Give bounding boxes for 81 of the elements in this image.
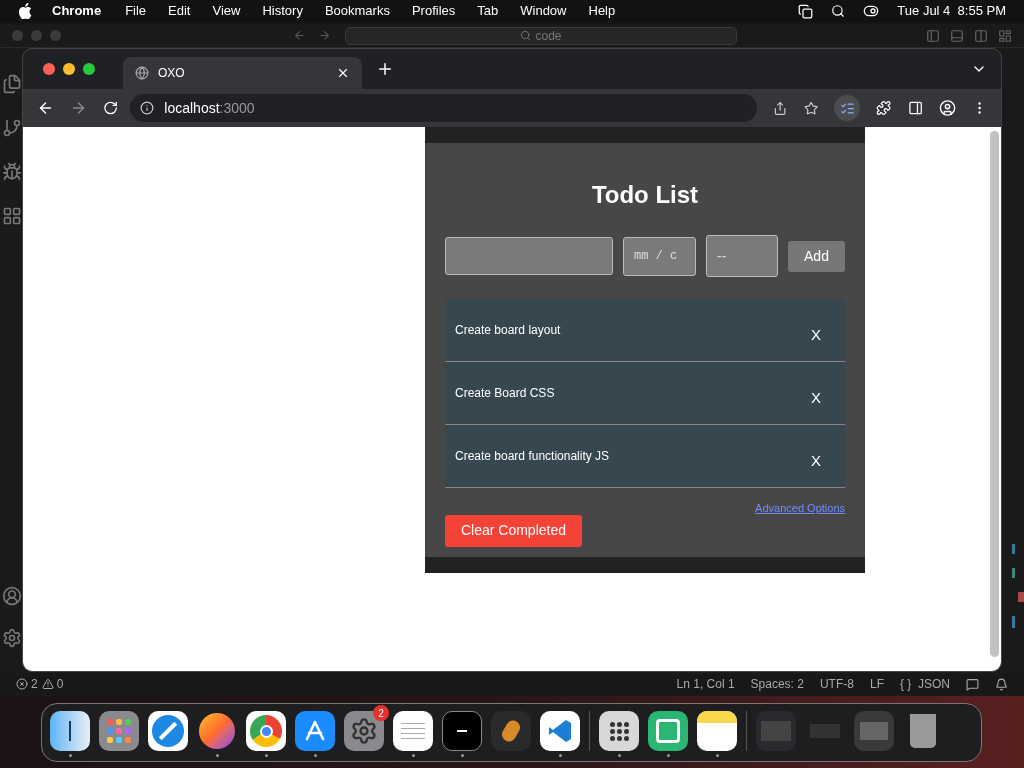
notes-icon[interactable] <box>697 711 737 751</box>
address-bar[interactable]: localhost:3000 <box>130 94 758 122</box>
menu-item[interactable]: History <box>262 1 303 21</box>
screen-mirroring-icon[interactable] <box>798 3 814 19</box>
new-tab-icon[interactable] <box>376 60 394 78</box>
side-panel-icon[interactable] <box>907 100 923 116</box>
clear-completed-button[interactable]: Clear Completed <box>445 514 582 547</box>
todo-item[interactable]: Create board layout X <box>445 299 845 362</box>
menu-item[interactable]: Bookmarks <box>324 1 390 21</box>
list-extension-icon[interactable] <box>833 95 861 121</box>
menu-item[interactable]: Help <box>588 1 616 21</box>
window-thumbnail[interactable] <box>756 711 796 751</box>
status-item[interactable]: Spaces: 2 <box>750 675 804 693</box>
reload-icon[interactable] <box>103 100 119 116</box>
menu-item[interactable]: File <box>125 1 147 21</box>
globe-icon <box>135 66 149 80</box>
split-toggle-icon[interactable] <box>974 28 988 43</box>
browser-logo-icon[interactable] <box>246 711 286 751</box>
debug-icon[interactable] <box>2 162 22 182</box>
status-item[interactable]: { } JSON <box>899 675 950 693</box>
code-editor-icon[interactable] <box>540 711 580 751</box>
remove-button[interactable]: X <box>811 450 821 473</box>
status-item[interactable]: UTF-8 <box>819 675 854 693</box>
close-icon[interactable] <box>336 66 350 80</box>
app-title: Todo List <box>590 180 700 210</box>
info-icon[interactable] <box>140 101 155 115</box>
compass-icon[interactable] <box>148 711 188 751</box>
menu-item[interactable]: Profiles <box>411 1 456 21</box>
sidebar-toggle-icon[interactable] <box>926 28 940 43</box>
remove-button[interactable]: X <box>811 324 821 347</box>
todo-item[interactable]: Create Board CSS X <box>445 362 845 425</box>
panel-toggle-icon[interactable] <box>950 28 964 43</box>
profile-icon[interactable] <box>938 99 956 117</box>
puzzle-icon[interactable] <box>876 100 892 116</box>
browser-tab[interactable]: OXO <box>123 57 362 89</box>
menu-item[interactable]: Edit <box>168 1 191 21</box>
warning-count[interactable]: 0 <box>56 675 64 693</box>
menu-clock[interactable]: Tue Jul 4 8:55 PM <box>897 1 1006 21</box>
square-app-icon[interactable] <box>648 711 688 751</box>
apple-icon[interactable] <box>18 3 32 19</box>
search-icon <box>520 30 532 41</box>
todo-text: Create board functionality JS <box>455 448 610 465</box>
todo-text: Create Board CSS <box>455 385 555 402</box>
remove-button[interactable]: X <box>811 387 821 410</box>
menu-item[interactable]: Tab <box>477 1 499 21</box>
status-item[interactable]: Ln 1, Col 1 <box>676 675 735 693</box>
status-item[interactable]: LF <box>869 675 884 693</box>
menu-app-name[interactable]: Chrome <box>52 1 102 21</box>
todo-text: Create board layout <box>455 322 561 339</box>
account-icon[interactable] <box>2 586 22 606</box>
todo-item[interactable]: Create board functionality JS X <box>445 425 845 488</box>
close-window-control[interactable] <box>43 63 55 75</box>
zoom-window-control[interactable] <box>83 63 95 75</box>
error-icon[interactable] <box>16 678 28 690</box>
minimize-window-control[interactable] <box>63 63 75 75</box>
menu-item[interactable]: View <box>212 1 241 21</box>
error-count[interactable]: 2 <box>31 675 38 693</box>
bookmark-star-icon[interactable] <box>803 100 818 116</box>
warning-icon[interactable] <box>41 678 54 690</box>
app-grid-icon[interactable] <box>99 711 139 751</box>
bell-icon[interactable] <box>995 677 1008 691</box>
notepad-icon[interactable] <box>393 711 433 751</box>
terminal-icon[interactable] <box>442 711 482 751</box>
feedback-icon[interactable] <box>966 677 979 691</box>
add-button[interactable]: Add <box>788 240 845 272</box>
menu-item[interactable]: Window <box>520 1 567 21</box>
notification-badge: 2 <box>373 705 389 721</box>
app-store-icon[interactable] <box>295 711 335 751</box>
layout-icon[interactable] <box>998 28 1012 43</box>
url-text: localhost:3000 <box>164 98 255 118</box>
window-thumbnail[interactable] <box>854 711 894 751</box>
gear-icon[interactable] <box>344 711 384 751</box>
share-icon[interactable] <box>773 100 788 116</box>
calculator-icon[interactable] <box>599 711 639 751</box>
search-icon[interactable] <box>831 4 846 18</box>
source-control-icon[interactable] <box>2 118 22 138</box>
extensions-icon[interactable] <box>2 206 22 226</box>
settings-icon[interactable] <box>2 628 22 648</box>
control-center-icon[interactable] <box>863 3 880 19</box>
files-icon[interactable] <box>2 74 22 94</box>
task-input-field[interactable] <box>445 237 613 275</box>
